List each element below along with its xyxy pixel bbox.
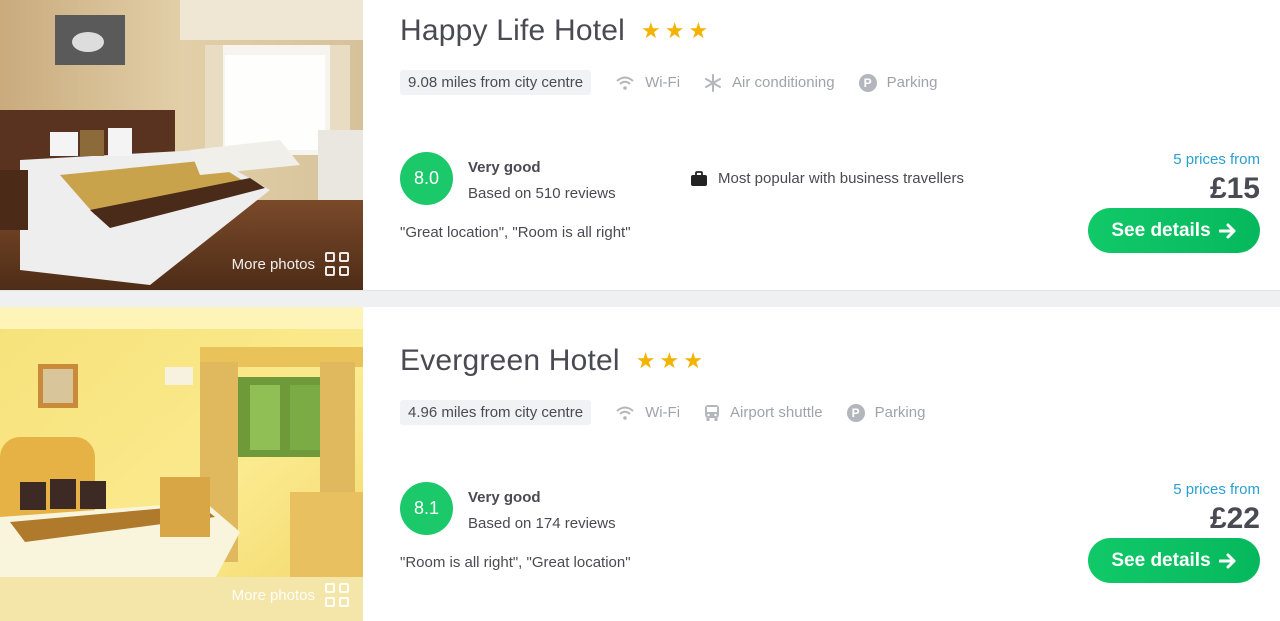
star-icon: ★ xyxy=(659,348,680,373)
title-row: Happy Life Hotel ★ ★ ★ xyxy=(400,14,708,48)
popular-label: Most popular with business travellers xyxy=(718,170,964,187)
wifi-icon xyxy=(616,76,634,90)
hotel-card: More photos Evergreen Hotel ★ ★ ★ 4.96 m… xyxy=(0,307,1280,621)
amenity-label: Parking xyxy=(874,404,926,421)
review-quote: "Room is all right", "Great location" xyxy=(400,554,631,571)
info-row: 9.08 miles from city centre Wi-Fi Air co… xyxy=(400,70,937,95)
score-badge: 8.0 xyxy=(400,152,453,205)
amenity-label: Airport shuttle xyxy=(730,404,823,421)
amenity-label: Air conditioning xyxy=(732,74,835,91)
score-badge: 8.1 xyxy=(400,482,453,535)
amenity-air-conditioning: Air conditioning xyxy=(704,73,835,92)
amenity-wifi: Wi-Fi xyxy=(615,74,680,91)
hotel-name[interactable]: Evergreen Hotel xyxy=(400,344,620,378)
price: £22 xyxy=(1209,502,1260,535)
title-row: Evergreen Hotel ★ ★ ★ xyxy=(400,344,703,378)
amenity-label: Wi-Fi xyxy=(645,74,681,91)
prices-from-link[interactable]: 5 prices from xyxy=(1173,481,1260,498)
distance-badge: 9.08 miles from city centre xyxy=(400,70,592,95)
rating-label: Very good xyxy=(468,159,541,176)
more-photos-link[interactable]: More photos xyxy=(232,252,349,276)
grid-icon xyxy=(325,583,349,607)
bus-icon xyxy=(705,404,720,421)
snowflake-icon xyxy=(705,73,722,92)
parking-icon: P xyxy=(858,73,877,92)
star-icon: ★ xyxy=(641,18,661,43)
star-rating: ★ ★ ★ xyxy=(641,20,708,42)
amenity-label: Wi-Fi xyxy=(645,404,681,421)
amenity-label: Parking xyxy=(886,74,938,91)
more-photos-link[interactable]: More photos xyxy=(232,583,349,607)
info-row: 4.96 miles from city centre Wi-Fi Airpor… xyxy=(400,400,925,425)
distance-badge: 4.96 miles from city centre xyxy=(400,400,592,425)
more-photos-label: More photos xyxy=(231,586,315,604)
amenity-wifi: Wi-Fi xyxy=(615,404,680,421)
amenity-parking: P Parking xyxy=(846,403,926,422)
hotel-name[interactable]: Happy Life Hotel xyxy=(400,14,625,48)
review-quote: "Great location", "Room is all right" xyxy=(400,224,631,241)
popular-badge: Most popular with business travellers xyxy=(690,170,964,187)
briefcase-icon xyxy=(691,170,707,186)
prices-from-link[interactable]: 5 prices from xyxy=(1173,151,1260,168)
see-details-label: See details xyxy=(1111,219,1211,241)
review-count[interactable]: Based on 174 reviews xyxy=(468,515,616,532)
see-details-button[interactable]: See details xyxy=(1088,538,1260,583)
bedroom-photo xyxy=(0,0,363,290)
star-icon: ★ xyxy=(683,348,703,373)
star-icon: ★ xyxy=(635,348,656,373)
see-details-button[interactable]: See details xyxy=(1088,208,1260,253)
price: £15 xyxy=(1209,172,1260,205)
arrow-right-icon xyxy=(1218,223,1236,238)
star-rating: ★ ★ ★ xyxy=(636,350,703,372)
review-count[interactable]: Based on 510 reviews xyxy=(468,185,616,202)
grid-icon xyxy=(325,252,349,276)
star-icon: ★ xyxy=(664,18,685,43)
bedroom-photo xyxy=(0,307,363,621)
rating-label: Very good xyxy=(468,489,541,506)
hotel-card: More photos Happy Life Hotel ★ ★ ★ 9.08 … xyxy=(0,0,1280,290)
star-icon: ★ xyxy=(688,18,709,43)
see-details-label: See details xyxy=(1111,549,1211,571)
more-photos-label: More photos xyxy=(231,255,315,273)
arrow-right-icon xyxy=(1218,553,1236,568)
amenity-airport-shuttle: Airport shuttle xyxy=(704,404,823,422)
card-separator xyxy=(0,290,1280,307)
hotel-photo[interactable]: More photos xyxy=(0,0,363,290)
parking-icon: P xyxy=(846,403,865,422)
hotel-photo[interactable]: More photos xyxy=(0,307,363,621)
amenity-parking: P Parking xyxy=(858,73,938,92)
wifi-icon xyxy=(616,406,634,420)
